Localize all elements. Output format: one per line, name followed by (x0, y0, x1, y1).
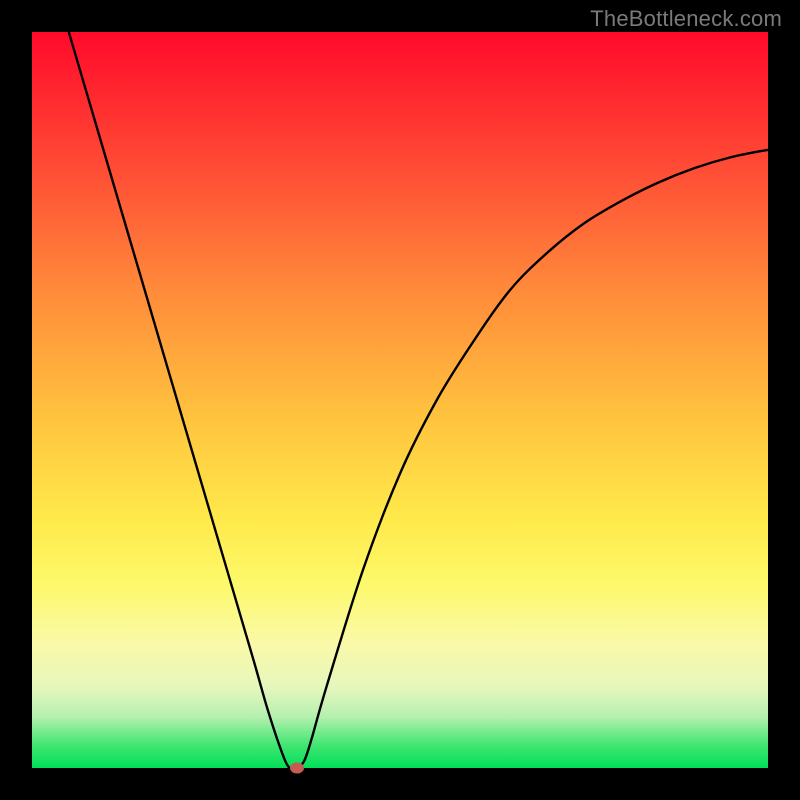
optimum-marker (290, 763, 304, 774)
watermark-text: TheBottleneck.com (590, 6, 782, 32)
chart-frame: TheBottleneck.com (0, 0, 800, 800)
plot-area (32, 32, 768, 768)
curve-path (69, 32, 768, 768)
bottleneck-curve (32, 32, 768, 768)
